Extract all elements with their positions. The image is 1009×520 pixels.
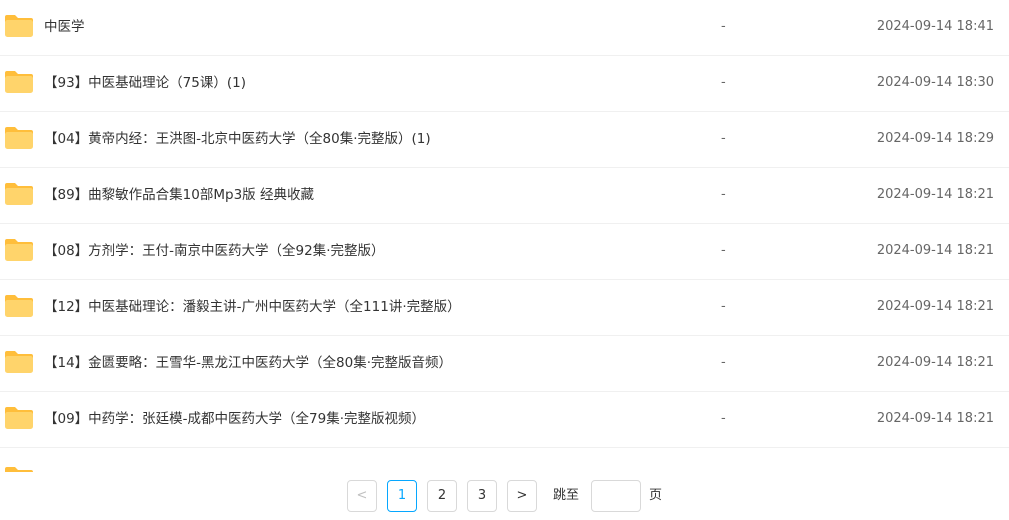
chevron-right-icon: > (516, 488, 528, 503)
file-size: - (721, 299, 726, 314)
folder-icon (5, 351, 33, 373)
file-row[interactable]: 【04】黄帝内经：王洪图-北京中医药大学（全80集·完整版）(1) - 2024… (0, 112, 1009, 168)
file-name[interactable]: 【04】黄帝内经：王洪图-北京中医药大学（全80集·完整版）(1) (44, 129, 431, 149)
file-size: - (721, 355, 726, 370)
page-number: 3 (477, 488, 487, 503)
file-name[interactable]: 中医学 (44, 17, 85, 37)
folder-icon (5, 239, 33, 261)
folder-icon (5, 127, 33, 149)
file-modified-date: 2024-09-14 18:21 (876, 299, 994, 314)
file-modified-date: 2024-09-14 18:21 (876, 187, 994, 202)
folder-icon (5, 295, 33, 317)
chevron-left-icon: < (356, 488, 368, 503)
page-button-3[interactable]: 3 (467, 480, 497, 512)
file-size: - (721, 75, 726, 90)
page-suffix-label: 页 (649, 488, 663, 503)
folder-icon (5, 183, 33, 205)
file-row[interactable]: 【08】方剂学：王付-南京中医药大学（全92集·完整版） - 2024-09-1… (0, 224, 1009, 280)
file-row[interactable]: 中医学 - 2024-09-14 18:41 (0, 0, 1009, 56)
next-page-button[interactable]: > (507, 480, 537, 512)
file-modified-date: 2024-09-14 18:29 (876, 131, 994, 146)
page-button-1[interactable]: 1 (387, 480, 417, 512)
folder-icon (5, 407, 33, 429)
file-name[interactable]: 【09】中药学：张廷模-成都中医药大学（全79集·完整版视频） (44, 409, 425, 429)
file-row[interactable]: 【93】中医基础理论（75课）(1) - 2024-09-14 18:30 (0, 56, 1009, 112)
file-modified-date: 2024-09-14 18:21 (876, 411, 994, 426)
file-row-partial[interactable] (0, 448, 1009, 472)
file-modified-date: 2024-09-14 18:30 (876, 75, 994, 90)
file-size: - (721, 187, 726, 202)
file-name[interactable]: 【89】曲黎敏作品合集10部Mp3版 经典收藏 (44, 185, 314, 205)
folder-icon (5, 15, 33, 37)
folder-icon (5, 467, 33, 472)
file-row[interactable]: 【89】曲黎敏作品合集10部Mp3版 经典收藏 - 2024-09-14 18:… (0, 168, 1009, 224)
folder-icon (5, 71, 33, 93)
pagination: < 1 2 3 > 跳至 页 (0, 480, 1009, 520)
file-size: - (721, 243, 726, 258)
file-name[interactable]: 【93】中医基础理论（75课）(1) (44, 73, 246, 93)
file-name[interactable]: 【12】中医基础理论：潘毅主讲-广州中医药大学（全111讲·完整版） (44, 297, 461, 317)
prev-page-button[interactable]: < (347, 480, 377, 512)
file-modified-date: 2024-09-14 18:21 (876, 243, 994, 258)
file-modified-date: 2024-09-14 18:21 (876, 355, 994, 370)
file-row[interactable]: 【09】中药学：张廷模-成都中医药大学（全79集·完整版视频） - 2024-0… (0, 392, 1009, 448)
file-modified-date: 2024-09-14 18:41 (876, 19, 994, 34)
file-name[interactable]: 【08】方剂学：王付-南京中医药大学（全92集·完整版） (44, 241, 385, 261)
page-jump-input[interactable] (591, 480, 641, 512)
page-number: 1 (397, 488, 407, 503)
page-button-2[interactable]: 2 (427, 480, 457, 512)
file-name[interactable]: 【14】金匮要略：王雪华-黑龙江中医药大学（全80集·完整版音频） (44, 353, 452, 373)
file-size: - (721, 131, 726, 146)
page-number: 2 (437, 488, 447, 503)
jump-to-label: 跳至 (553, 488, 580, 503)
file-row[interactable]: 【12】中医基础理论：潘毅主讲-广州中医药大学（全111讲·完整版） - 202… (0, 280, 1009, 336)
file-row[interactable]: 【14】金匮要略：王雪华-黑龙江中医药大学（全80集·完整版音频） - 2024… (0, 336, 1009, 392)
file-list: 中医学 - 2024-09-14 18:41 【93】中医基础理论（75课）(1… (0, 0, 1009, 472)
file-size: - (721, 411, 726, 426)
file-size: - (721, 19, 726, 34)
